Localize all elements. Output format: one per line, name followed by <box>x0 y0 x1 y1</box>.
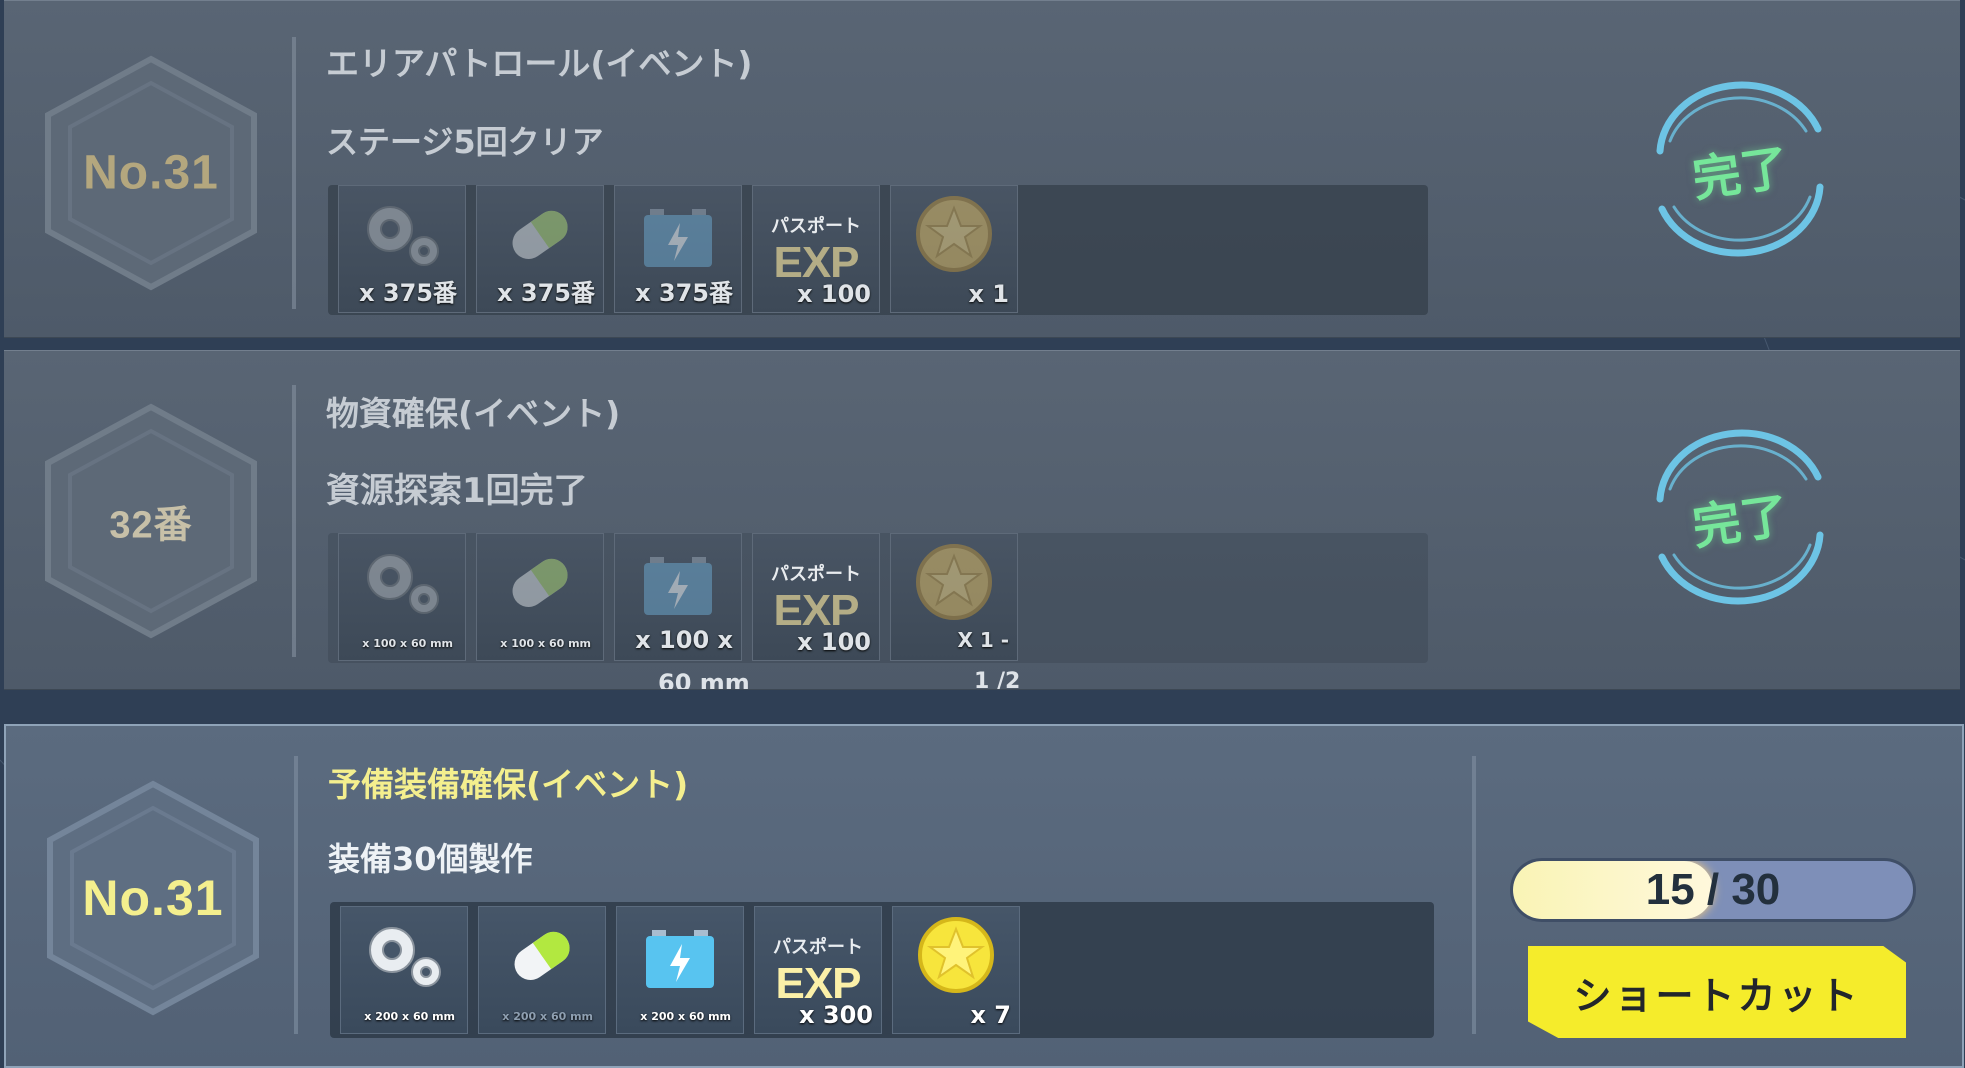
mission-title: 予備装備確保(イベント) <box>328 765 689 804</box>
reward-slot-battery: x 100 x <box>614 533 742 661</box>
mission-title: 物資確保(イベント) <box>326 394 621 433</box>
reward-slot-gear: x 375番 <box>338 185 466 313</box>
passport-label: パスポート <box>773 937 863 958</box>
reward-slot-coin: X 1 - <box>890 533 1018 661</box>
reward-quantity: x 7 <box>970 1001 1011 1029</box>
reward-slot-capsule: x 200 x 60 mm <box>478 906 606 1034</box>
reward-quantity-continued: 60 mm <box>658 669 750 690</box>
mission-card-2: 32番 物資確保(イベント) 資源探索1回完了 x 100 x 60 mm x … <box>4 350 1960 690</box>
reward-quantity: x 100 <box>797 280 871 308</box>
reward-quantity: x 100 x 60 mm <box>500 637 591 650</box>
mission-card-1: No.31 エリアパトロール(イベント) ステージ5回クリア x 375番 x … <box>4 0 1960 338</box>
battery-icon <box>617 913 743 999</box>
reward-quantity: x 200 x 60 mm <box>502 1010 593 1023</box>
divider <box>292 385 296 657</box>
reward-slot-gear: x 200 x 60 mm <box>340 906 468 1034</box>
complete-stamp: 完了 <box>1630 417 1850 617</box>
reward-quantity: x 1 <box>968 280 1009 308</box>
progress-label: 15 / 30 <box>1645 865 1781 914</box>
reward-slot-coin: x 1 <box>890 185 1018 313</box>
reward-slot-battery: x 200 x 60 mm <box>616 906 744 1034</box>
reward-strip: x 100 x 60 mm x 100 x 60 mm x 100 x パスポー… <box>328 533 1428 663</box>
mission-objective: 装備30個製作 <box>328 840 533 878</box>
passport-label: パスポート <box>771 216 861 237</box>
gear-icon <box>339 540 465 626</box>
reward-quantity: x 100 x 60 mm <box>362 637 453 650</box>
divider <box>292 37 296 309</box>
divider <box>294 756 298 1034</box>
reward-slot-passport-exp: パスポート EXP x 100 <box>752 533 880 661</box>
star-coin-icon <box>891 540 1017 626</box>
capsule-icon <box>477 192 603 278</box>
capsule-icon <box>479 913 605 999</box>
reward-quantity: x 375番 <box>497 279 595 307</box>
mission-number-badge: 32番 <box>42 401 260 641</box>
mission-title: エリアパトロール(イベント) <box>326 44 753 83</box>
reward-quantity-continued: 1 /2 <box>974 669 1021 690</box>
gear-icon <box>341 913 467 999</box>
reward-slot-passport-exp: パスポート EXP x 100 <box>752 185 880 313</box>
star-coin-icon <box>891 192 1017 278</box>
reward-slot-capsule: x 100 x 60 mm <box>476 533 604 661</box>
passport-label: パスポート <box>771 564 861 585</box>
mission-objective: ステージ5回クリア <box>326 123 604 161</box>
mission-number-badge: No.31 <box>44 778 262 1018</box>
reward-quantity: x 200 x 60 mm <box>364 1010 455 1023</box>
mission-progress-bar: 15 / 30 <box>1510 858 1916 922</box>
complete-stamp: 完了 <box>1630 69 1850 269</box>
reward-strip: x 200 x 60 mm x 200 x 60 mm x 200 x 60 m… <box>330 902 1434 1038</box>
reward-slot-capsule: x 375番 <box>476 185 604 313</box>
reward-slot-gear: x 100 x 60 mm <box>338 533 466 661</box>
reward-slot-coin: x 7 <box>892 906 1020 1034</box>
reward-quantity: x 200 x 60 mm <box>640 1010 731 1023</box>
reward-slot-passport-exp: パスポート EXP x 300 <box>754 906 882 1034</box>
reward-quantity: X 1 - <box>957 628 1009 652</box>
gear-icon <box>339 192 465 278</box>
reward-quantity: x 100 <box>797 628 871 656</box>
reward-quantity: x 100 x <box>635 626 733 654</box>
reward-quantity: x 375番 <box>359 279 457 307</box>
reward-slot-battery: x 375番 <box>614 185 742 313</box>
star-coin-icon <box>893 913 1019 999</box>
mission-number: No.31 <box>83 146 219 200</box>
reward-strip: x 375番 x 375番 x 375番 パスポート EXP x 100 x 1 <box>328 185 1428 315</box>
reward-quantity: x 375番 <box>635 279 733 307</box>
shortcut-button[interactable]: ショートカット <box>1528 946 1906 1038</box>
battery-icon <box>615 192 741 278</box>
mission-objective: 資源探索1回完了 <box>326 471 588 511</box>
mission-number: No.31 <box>82 870 224 926</box>
divider <box>1472 756 1476 1034</box>
capsule-icon <box>477 540 603 626</box>
mission-number: 32番 <box>109 504 193 547</box>
reward-quantity: x 300 <box>799 1001 873 1029</box>
battery-icon <box>615 540 741 626</box>
mission-number-badge: No.31 <box>42 53 260 293</box>
